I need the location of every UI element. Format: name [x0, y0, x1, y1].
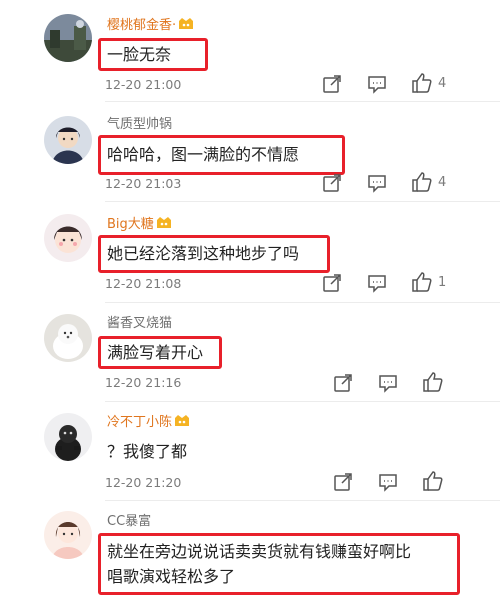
avatar[interactable]: [44, 413, 92, 461]
comment-icon: [379, 474, 397, 492]
comment-button[interactable]: [366, 272, 388, 294]
avatar[interactable]: [44, 116, 92, 164]
timestamp: 12-20 21:03: [105, 176, 182, 191]
like-count: 4: [438, 76, 447, 91]
share-icon: [323, 174, 341, 192]
comment-text: 满脸写着开心: [107, 343, 204, 362]
timestamp: 12-20 21:08: [105, 276, 182, 291]
comment-button[interactable]: [366, 172, 388, 194]
vip-badge-icon: [175, 415, 190, 426]
username[interactable]: 气质型帅锅: [107, 117, 172, 133]
username[interactable]: 酱香叉烧猫: [107, 316, 172, 332]
like-icon: [412, 172, 432, 192]
share-icon: [323, 274, 341, 292]
share-icon: [323, 75, 341, 93]
divider: [105, 302, 500, 303]
divider: [105, 201, 500, 202]
share-icon: [334, 473, 352, 491]
username-text[interactable]: CC暴富: [107, 514, 151, 529]
avatar[interactable]: [44, 214, 92, 262]
comment-icon: [379, 375, 397, 393]
username[interactable]: Big大糖: [107, 216, 172, 233]
comment-text: 她已经沦落到这种地步了吗: [107, 244, 300, 263]
comment-button[interactable]: [366, 73, 388, 95]
vip-badge-icon: [156, 217, 171, 228]
like-icon: [423, 471, 443, 491]
vip-badge-icon: [179, 18, 194, 29]
username[interactable]: 冷不丁小陈: [107, 414, 190, 431]
timestamp: 12-20 21:00: [105, 77, 182, 92]
share-button[interactable]: [321, 272, 343, 294]
comment-list-page: { "comments": [ {"username":"樱桃郁金香·","te…: [0, 0, 500, 603]
like-count: 4: [438, 175, 447, 190]
username-text[interactable]: 酱香叉烧猫: [107, 316, 172, 331]
like-button[interactable]: [411, 271, 433, 293]
avatar[interactable]: [44, 511, 92, 559]
share-button[interactable]: [321, 172, 343, 194]
like-icon: [423, 372, 443, 392]
divider: [105, 101, 500, 102]
comment-text: 一脸无奈: [107, 45, 172, 64]
share-button[interactable]: [332, 372, 354, 394]
comment-icon: [368, 76, 386, 94]
username-text[interactable]: 樱桃郁金香·: [107, 18, 176, 33]
username-text[interactable]: Big大糖: [107, 217, 154, 232]
comment-icon: [368, 175, 386, 193]
comment-text-line-1: 就坐在旁边说说话卖卖货就有钱赚蛮好啊比: [107, 542, 412, 561]
share-icon: [334, 374, 352, 392]
like-button[interactable]: [411, 72, 433, 94]
comment-text-line-2: 唱歌演戏轻松多了: [107, 567, 236, 586]
username-text[interactable]: 气质型帅锅: [107, 117, 172, 132]
timestamp: 12-20 21:16: [105, 375, 182, 390]
username[interactable]: 樱桃郁金香·: [107, 17, 194, 34]
timestamp: 12-20 21:20: [105, 475, 182, 490]
comment-button[interactable]: [377, 471, 399, 493]
avatar[interactable]: [44, 14, 92, 62]
comment-button[interactable]: [377, 372, 399, 394]
comment-text: 哈哈哈，图一满脸的不情愿: [107, 145, 300, 164]
share-button[interactable]: [321, 73, 343, 95]
divider: [105, 401, 500, 402]
avatar[interactable]: [44, 314, 92, 362]
share-button[interactable]: [332, 471, 354, 493]
like-button[interactable]: [422, 371, 444, 393]
username-text[interactable]: 冷不丁小陈: [107, 415, 172, 430]
like-icon: [412, 73, 432, 93]
like-button[interactable]: [422, 470, 444, 492]
username[interactable]: CC暴富: [107, 514, 151, 530]
comment-text: ？我傻了都: [107, 442, 188, 461]
comment-icon: [368, 275, 386, 293]
like-button[interactable]: [411, 171, 433, 193]
divider: [105, 500, 500, 501]
like-icon: [412, 272, 432, 292]
like-count: 1: [438, 275, 447, 290]
